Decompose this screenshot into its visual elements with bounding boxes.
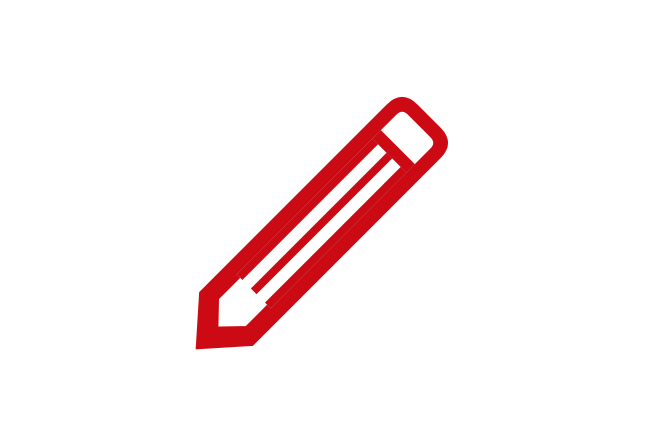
icon-canvas: [0, 0, 661, 432]
pencil-icon: [0, 0, 661, 432]
